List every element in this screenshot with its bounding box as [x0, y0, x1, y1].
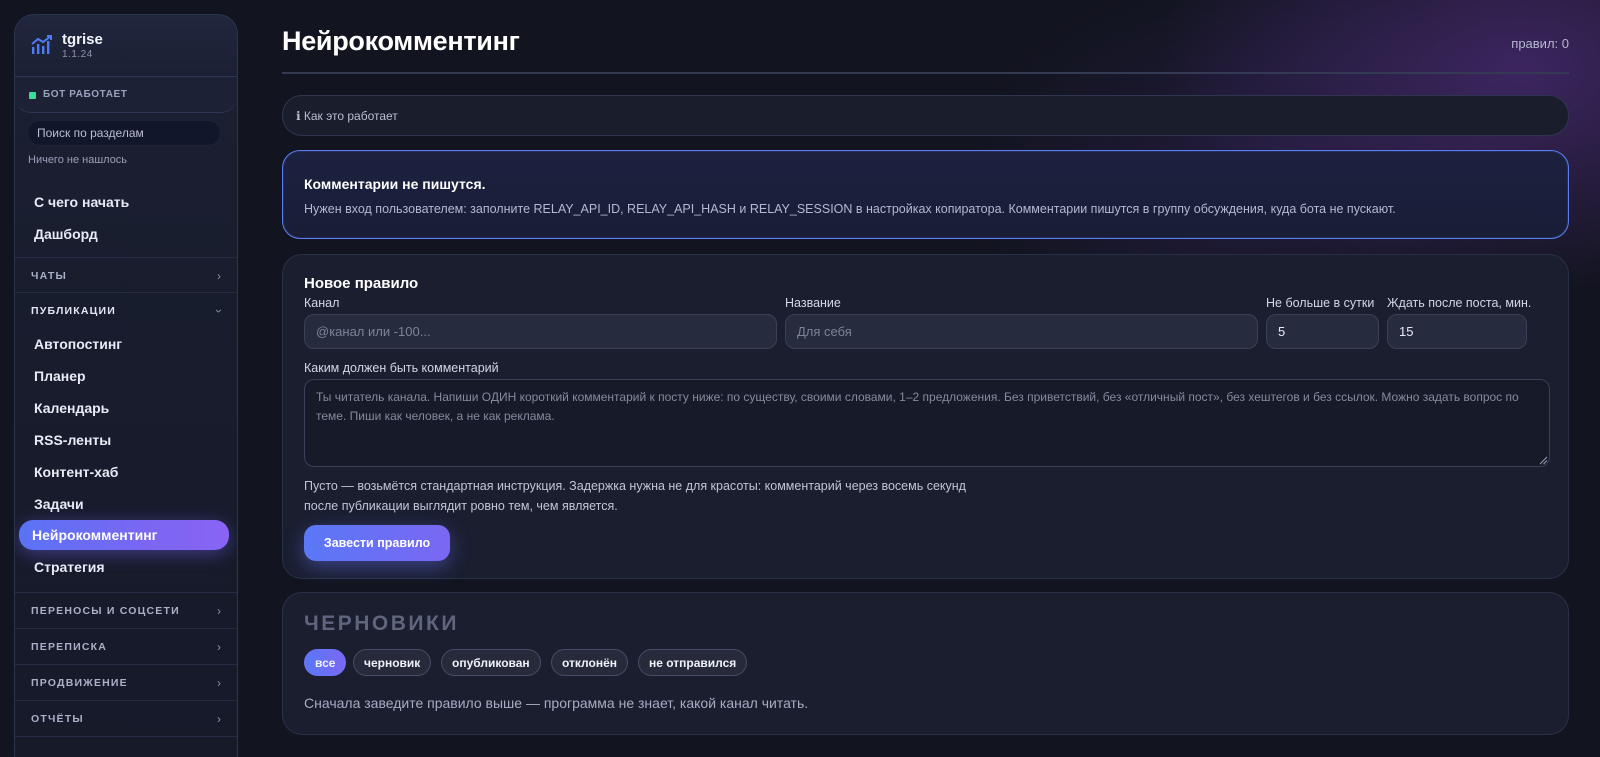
comment-label: Каким должен быть комментарий: [304, 361, 499, 375]
name-input[interactable]: [785, 314, 1258, 349]
wait-after-post-label: Ждать после поста, мин.: [1387, 296, 1532, 310]
sidebar-item-tasks[interactable]: Задачи: [34, 496, 84, 512]
section-search-input[interactable]: [27, 120, 221, 146]
comment-hint: Пусто — возьмётся стандартная инструкция…: [304, 476, 1004, 516]
page-title: Нейрокомментинг: [282, 26, 520, 56]
sidebar: tgrise 1.1.24 БОТ РАБОТАЕТ Ничего не наш…: [14, 14, 238, 757]
warning-alert: Комментарии не пишутся. Нужен вход польз…: [282, 150, 1569, 239]
chevron-right-icon: ›: [217, 676, 221, 690]
rules-count: правил: 0: [1511, 36, 1569, 51]
sidebar-item-content-hub[interactable]: Контент-хаб: [34, 464, 118, 480]
brand-version: 1.1.24: [62, 49, 93, 60]
alert-body: Нужен вход пользователем: заполните RELA…: [304, 202, 1396, 216]
section-label: ПЕРЕПИСКА: [31, 641, 108, 653]
chevron-down-icon: ›: [212, 309, 226, 313]
drafts-title: ЧЕРНОВИКИ: [304, 612, 459, 635]
channel-label: Канал: [304, 296, 340, 310]
max-per-day-label: Не больше в сутки: [1266, 296, 1375, 310]
filter-chip-draft[interactable]: черновик: [353, 649, 432, 676]
filter-chip-not-sent[interactable]: не отправился: [638, 649, 748, 676]
drafts-card: ЧЕРНОВИКИ все черновик опубликован откло…: [282, 592, 1569, 735]
search-empty-text: Ничего не нашлось: [28, 154, 128, 166]
filter-chip-published[interactable]: опубликован: [441, 649, 541, 676]
section-label: ПЕРЕНОСЫ И СОЦСЕТИ: [31, 605, 180, 617]
chevron-right-icon: ›: [217, 269, 221, 283]
chevron-right-icon: ›: [217, 640, 221, 654]
hint-line: после публикации выглядит ровно тем, чем…: [304, 499, 618, 513]
sidebar-section-divider: [15, 736, 237, 757]
filter-chip-all[interactable]: все: [304, 649, 347, 676]
new-rule-card: Новое правило Канал Название Не больше в…: [282, 254, 1569, 579]
name-label: Название: [785, 296, 841, 310]
sidebar-item-calendar[interactable]: Календарь: [34, 400, 109, 416]
sidebar-item-dashboard[interactable]: Дашборд: [34, 226, 98, 242]
new-rule-title: Новое правило: [304, 275, 419, 292]
sidebar-item-neurocommenting[interactable]: Нейрокомментинг: [19, 520, 229, 550]
brand-header[interactable]: tgrise 1.1.24: [15, 15, 237, 77]
sidebar-section-chats[interactable]: ЧАТЫ ›: [15, 257, 237, 293]
sidebar-item-label: Нейрокомментинг: [32, 527, 158, 543]
sidebar-item-planner[interactable]: Планер: [34, 368, 86, 384]
filter-chip-rejected[interactable]: отклонён: [551, 649, 629, 676]
sidebar-section-promotion[interactable]: ПРОДВИЖЕНИЕ ›: [15, 664, 237, 700]
how-it-works-label: ℹ Как это работает: [296, 109, 398, 123]
hint-line: Пусто — возьмётся стандартная инструкция…: [304, 479, 966, 493]
sidebar-section-transfers[interactable]: ПЕРЕНОСЫ И СОЦСЕТИ ›: [15, 592, 237, 628]
brand-name: tgrise: [62, 31, 103, 48]
sidebar-section-publications[interactable]: ПУБЛИКАЦИИ ›: [15, 292, 237, 328]
section-label: ПУБЛИКАЦИИ: [31, 305, 117, 317]
chevron-right-icon: ›: [217, 604, 221, 618]
max-per-day-input[interactable]: [1266, 314, 1379, 349]
section-label: ПРОДВИЖЕНИЕ: [31, 677, 128, 689]
sidebar-item-autoposting[interactable]: Автопостинг: [34, 336, 122, 352]
how-it-works-toggle[interactable]: ℹ Как это работает: [282, 95, 1569, 136]
create-rule-button[interactable]: Завести правило: [304, 525, 450, 561]
section-label: ОТЧЁТЫ: [31, 713, 84, 725]
sidebar-section-reports[interactable]: ОТЧЁТЫ ›: [15, 700, 237, 736]
sidebar-item-rss[interactable]: RSS-ленты: [34, 432, 111, 448]
sidebar-item-strategy[interactable]: Стратегия: [34, 559, 105, 575]
section-label: ЧАТЫ: [31, 270, 67, 282]
title-divider: [282, 72, 1569, 74]
wait-after-post-input[interactable]: [1387, 314, 1527, 349]
trending-up-logo-icon: [31, 35, 52, 54]
status-indicator-icon: [29, 92, 36, 99]
resize-grip-icon[interactable]: [1538, 455, 1548, 465]
chevron-right-icon: ›: [217, 712, 221, 726]
bot-status: БОТ РАБОТАЕТ: [15, 77, 237, 113]
channel-input[interactable]: [304, 314, 777, 349]
alert-title: Комментарии не пишутся.: [304, 176, 486, 192]
comment-prompt-textarea[interactable]: [304, 379, 1550, 467]
sidebar-section-messaging[interactable]: ПЕРЕПИСКА ›: [15, 628, 237, 664]
sidebar-item-getting-started[interactable]: С чего начать: [34, 194, 129, 210]
drafts-empty-message: Сначала заведите правило выше — программ…: [304, 695, 809, 711]
bot-status-text: БОТ РАБОТАЕТ: [43, 89, 128, 100]
